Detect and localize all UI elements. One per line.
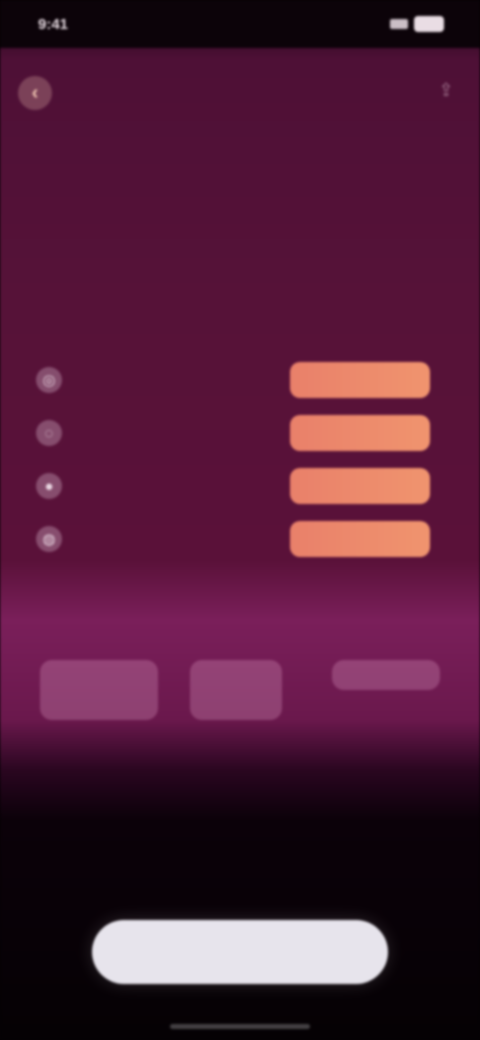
status-bar: 9:41 — [0, 0, 480, 48]
plan-name — [332, 610, 440, 638]
feature-row: ● — [36, 466, 436, 506]
home-indicator — [170, 1024, 310, 1029]
plan-price — [190, 660, 282, 720]
share-icon[interactable]: ⇪ — [434, 80, 458, 104]
back-button[interactable]: ‹ — [18, 76, 52, 110]
feature-row: ◎ — [36, 360, 436, 400]
battery-icon — [414, 16, 444, 32]
globe-icon: ◎ — [36, 367, 62, 393]
plan-options — [0, 610, 480, 730]
feature-value-pill — [290, 521, 430, 557]
feature-value-pill — [290, 468, 430, 504]
feature-value-pill — [290, 415, 430, 451]
feature-row: ◍ — [36, 519, 436, 559]
feature-row: ◌ — [36, 413, 436, 453]
plan-option[interactable] — [190, 610, 282, 720]
plan-name — [190, 610, 282, 638]
feature-value-pill — [290, 362, 430, 398]
paywall-screen: 9:41 ‹ ⇪ ◎ ◌ ● ◍ — [0, 0, 480, 1040]
user-icon: ● — [36, 473, 62, 499]
signal-icon — [390, 19, 408, 29]
continue-button[interactable] — [92, 920, 388, 984]
plan-option[interactable] — [40, 610, 158, 720]
plan-name — [40, 610, 158, 638]
status-indicators — [390, 16, 444, 32]
chat-icon: ◌ — [36, 420, 62, 446]
lock-icon: ◍ — [36, 526, 62, 552]
back-arrow-icon: ‹ — [31, 81, 39, 104]
plan-price — [40, 660, 158, 720]
plan-price — [332, 660, 440, 690]
plan-option[interactable] — [332, 610, 440, 690]
status-time: 9:41 — [38, 16, 69, 33]
feature-list: ◎ ◌ ● ◍ — [36, 360, 436, 572]
